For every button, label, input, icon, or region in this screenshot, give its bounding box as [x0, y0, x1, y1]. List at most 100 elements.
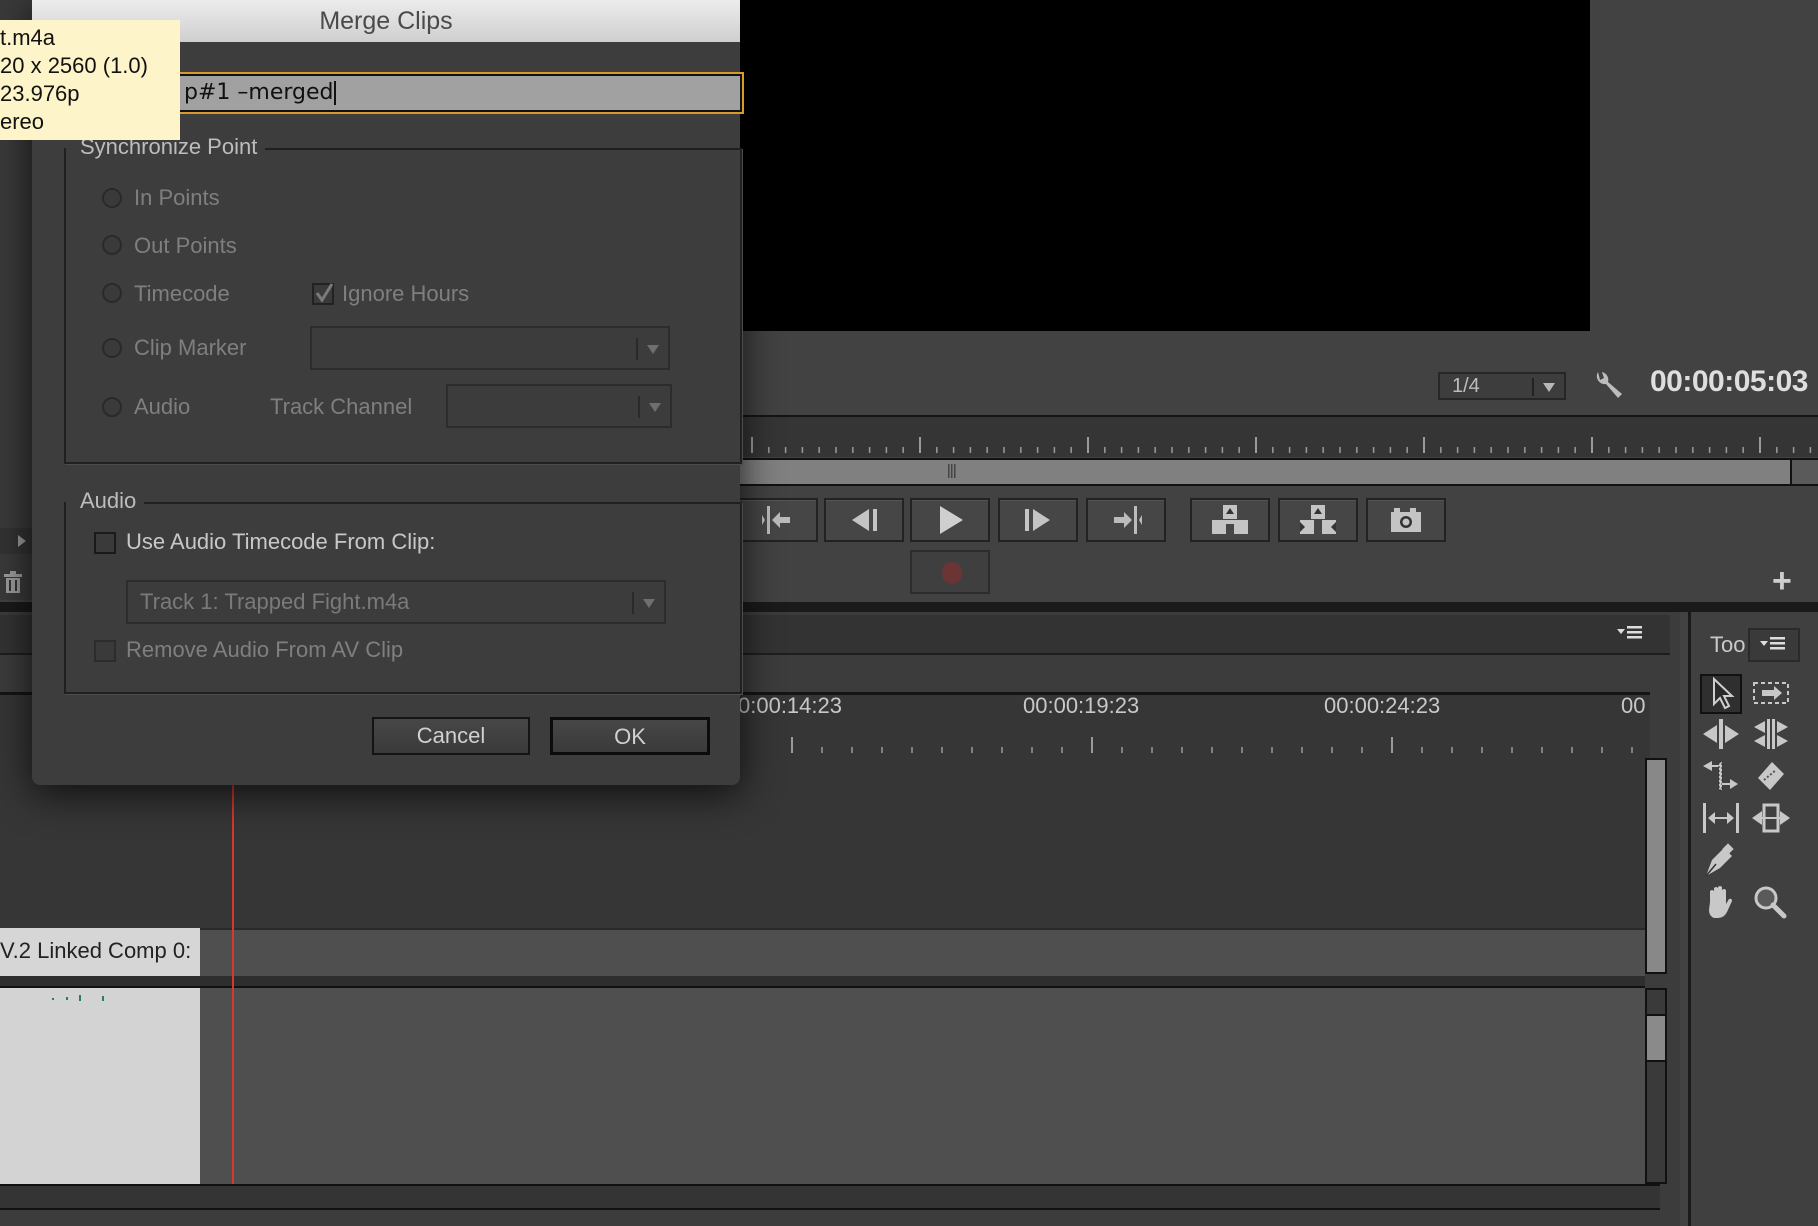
camera-icon — [1391, 508, 1421, 532]
tab-label: Too — [1710, 632, 1746, 657]
timeline-horizontal-scrollbar[interactable] — [0, 1184, 1660, 1210]
remove-audio-checkbox[interactable] — [94, 640, 116, 662]
zoom-level-select[interactable]: 1/4 — [1438, 372, 1566, 400]
radio-out-points[interactable] — [102, 235, 122, 255]
tooltip-line: ereo — [0, 109, 45, 134]
ruler-label: 00:00:24:23 — [1324, 693, 1441, 718]
extract-button[interactable] — [1278, 498, 1358, 542]
go-to-in-point-button[interactable] — [738, 498, 818, 542]
razor-tool[interactable] — [1750, 758, 1792, 798]
radio-label: Out Points — [134, 233, 237, 258]
hand-tool[interactable] — [1700, 884, 1742, 924]
radio-label: Clip Marker — [134, 335, 247, 360]
radio-timecode[interactable] — [102, 283, 122, 303]
radio-label: Audio — [134, 394, 191, 419]
clip-info-tooltip: t.m4a 20 x 2560 (1.0) 23.976p ereo — [0, 20, 180, 140]
zoom-tool[interactable] — [1750, 884, 1792, 924]
record-button[interactable] — [910, 550, 990, 594]
razor-blade-icon — [1758, 762, 1784, 790]
rolling-edit-tool[interactable] — [1750, 716, 1792, 756]
step-forward-button[interactable] — [998, 498, 1078, 542]
lift-button[interactable] — [1190, 498, 1270, 542]
chevron-down-icon — [1543, 383, 1555, 392]
rate-stretch-icon — [1703, 761, 1738, 791]
ruler-label: 00 — [1621, 693, 1646, 718]
slip-tool[interactable] — [1700, 800, 1742, 840]
slide-icon — [1752, 803, 1790, 833]
panel-menu-icon[interactable] — [1615, 622, 1645, 644]
arrow-cursor-icon — [1713, 676, 1735, 710]
trash-button[interactable] — [0, 566, 32, 600]
scrollbar-thumb[interactable] — [1647, 1014, 1665, 1062]
expand-arrow-button[interactable] — [0, 528, 32, 554]
triangle-right-icon — [18, 535, 26, 547]
tooltip-line: 23.976p — [0, 81, 80, 106]
checkmark-icon — [315, 283, 334, 303]
audio-tracks-scrollbar[interactable] — [1645, 988, 1667, 1184]
slip-icon — [1703, 803, 1739, 833]
radio-audio[interactable] — [102, 397, 122, 417]
playhead-timecode[interactable]: 00:00:05:03 — [1650, 365, 1808, 399]
text-caret — [334, 81, 337, 105]
pen-tool[interactable] — [1700, 842, 1742, 882]
radio-in-points[interactable] — [102, 188, 122, 208]
clip-marker-select[interactable] — [310, 326, 670, 370]
tooltip-line: t.m4a — [0, 25, 56, 50]
record-icon — [942, 562, 962, 584]
audio-clip[interactable] — [0, 988, 200, 1184]
radio-label: In Points — [134, 185, 220, 210]
ripple-edit-tool[interactable] — [1700, 716, 1742, 756]
chevron-down-icon — [643, 599, 655, 608]
ripple-edit-icon — [1703, 719, 1739, 749]
monitor-video-frame — [740, 0, 1590, 331]
tab-tools[interactable]: Too — [1688, 628, 1748, 662]
track-select-icon — [1753, 682, 1789, 704]
scrollbar-handle[interactable] — [1790, 458, 1818, 486]
audio-track-select[interactable]: Track 1: Trapped Fight.m4a — [126, 580, 666, 624]
tooltip-line: 20 x 2560 (1.0) — [0, 53, 148, 78]
add-button[interactable]: + — [1772, 562, 1792, 601]
video-clip[interactable]: V.2 Linked Comp 0: — [0, 928, 200, 976]
monitor-time-ruler[interactable] — [740, 415, 1818, 457]
tools-panel-menu-icon[interactable] — [1748, 628, 1800, 662]
play-button[interactable] — [910, 498, 990, 542]
checkbox-label: Ignore Hours — [342, 281, 470, 306]
chevron-down-icon — [647, 345, 659, 354]
go-to-out-point-button[interactable] — [1086, 498, 1166, 542]
rolling-edit-icon — [1754, 719, 1788, 749]
go-to-in-icon — [762, 506, 790, 534]
ruler-label: 00:00:19:23 — [1023, 693, 1140, 718]
ignore-hours-checkbox[interactable] — [312, 283, 334, 305]
cancel-button[interactable]: Cancel — [372, 717, 530, 755]
slide-tool[interactable] — [1750, 800, 1792, 840]
step-back-icon — [852, 509, 877, 531]
pen-icon — [1705, 843, 1734, 877]
selection-tool[interactable] — [1700, 674, 1742, 714]
hand-icon — [1709, 886, 1732, 918]
go-to-out-icon — [1114, 506, 1142, 534]
wrench-icon[interactable] — [1592, 368, 1624, 402]
step-back-button[interactable] — [824, 498, 904, 542]
ruler-label: 0:00:14:23 — [738, 693, 842, 718]
ok-button[interactable]: OK — [550, 717, 710, 755]
rate-stretch-tool[interactable] — [1700, 758, 1742, 798]
export-frame-button[interactable] — [1366, 498, 1446, 542]
chevron-down-icon — [649, 403, 661, 412]
track-divider — [0, 976, 1645, 988]
checkbox-label: Use Audio Timecode From Clip: — [126, 529, 436, 554]
track-channel-select[interactable] — [446, 384, 672, 428]
merged-clip-name-input[interactable]: p#1 –merged — [172, 72, 744, 114]
radio-label: Timecode — [134, 281, 230, 306]
audio-track — [0, 988, 1645, 1184]
magnifier-icon — [1754, 886, 1787, 919]
monitor-zoom-scrollbar[interactable] — [740, 458, 1790, 486]
checkbox-label: Remove Audio From AV Clip — [126, 637, 404, 662]
use-audio-timecode-checkbox[interactable] — [94, 532, 116, 554]
lift-icon — [1212, 505, 1248, 534]
playhead-line[interactable] — [232, 785, 234, 1185]
track-select-tool[interactable] — [1750, 674, 1792, 714]
extract-icon — [1300, 505, 1336, 534]
clip-label: V.2 Linked Comp 0: — [0, 938, 192, 963]
radio-clip-marker[interactable] — [102, 338, 122, 358]
video-tracks-scrollbar[interactable] — [1645, 758, 1667, 974]
